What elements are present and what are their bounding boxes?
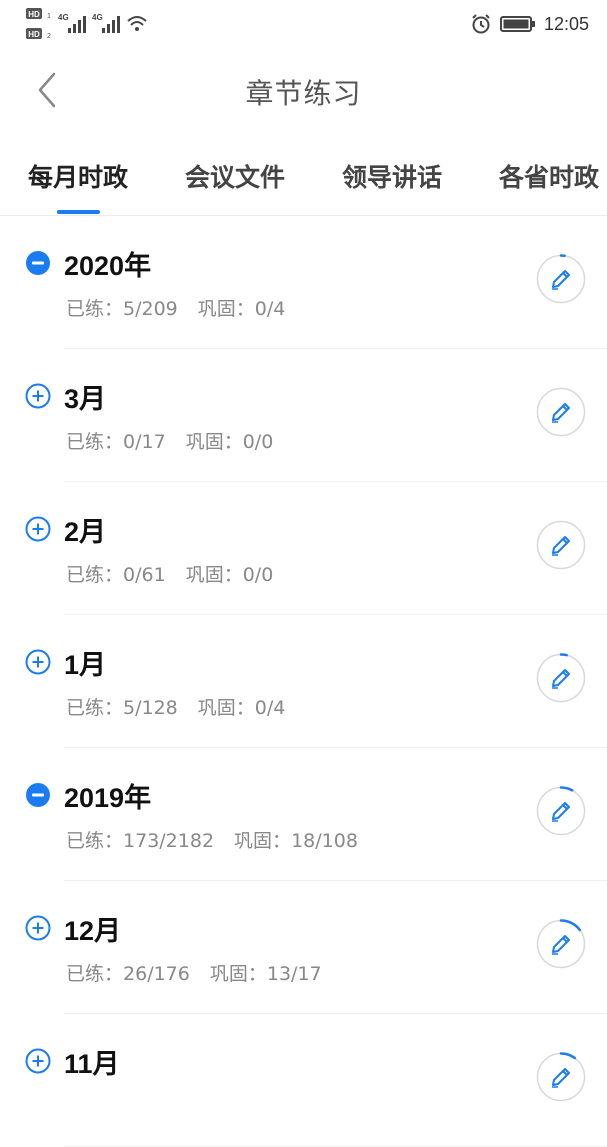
consolidated-label: 巩固： xyxy=(197,298,255,320)
chapter-list: 2020年 已练：5/209 巩固：0/4 3月 已练：0/17 巩固：0/0 2月… xyxy=(0,216,607,1147)
practiced-value: 5/209 xyxy=(123,298,178,320)
status-time: 12:05 xyxy=(543,13,589,34)
network-status-icons: HD 1 HD 2 4G 4G xyxy=(26,8,147,40)
chapter-stats: 已练：5/209 巩固：0/4 xyxy=(66,294,285,321)
collapse-icon[interactable] xyxy=(25,782,51,808)
practiced-value: 5/128 xyxy=(123,697,178,719)
practice-button[interactable] xyxy=(536,786,586,836)
category-tabs: 每月时政 会议文件 领导讲话 各省时政 xyxy=(0,132,607,216)
list-item[interactable]: 1月 已练：5/128 巩固：0/4 xyxy=(0,615,607,748)
svg-text:HD: HD xyxy=(28,30,40,39)
practice-button[interactable] xyxy=(536,387,586,437)
status-bar: HD 1 HD 2 4G 4G 12:05 xyxy=(0,0,607,48)
consolidated-value: 0/0 xyxy=(242,431,274,453)
tab-provincial-politics[interactable]: 各省时政 xyxy=(499,158,599,194)
chapter-title: 3月 xyxy=(64,384,107,414)
chapter-title: 2020年 xyxy=(64,251,152,281)
practiced-label: 已练： xyxy=(66,431,124,453)
list-item[interactable]: 12月 已练：26/176 巩固：13/17 xyxy=(0,881,607,1014)
practice-button[interactable] xyxy=(536,653,586,703)
expand-icon[interactable] xyxy=(25,915,51,941)
practiced-value: 0/17 xyxy=(123,431,166,453)
svg-text:4G: 4G xyxy=(92,13,103,22)
consolidated-label: 巩固： xyxy=(234,830,292,852)
practiced-value: 0/61 xyxy=(123,564,166,586)
list-item[interactable]: 11月 xyxy=(0,1014,607,1147)
consolidated-value: 13/17 xyxy=(266,963,322,985)
tab-monthly-politics[interactable]: 每月时政 xyxy=(28,158,128,194)
practiced-label: 已练： xyxy=(66,564,124,586)
chapter-title: 2月 xyxy=(64,517,107,547)
chapter-title: 1月 xyxy=(64,650,107,680)
practiced-value: 173/2182 xyxy=(123,830,215,852)
expand-icon[interactable] xyxy=(25,516,51,542)
expand-icon[interactable] xyxy=(25,1048,51,1074)
svg-text:HD: HD xyxy=(28,10,40,19)
svg-text:2: 2 xyxy=(47,33,51,40)
chapter-stats xyxy=(66,1092,86,1114)
practice-button[interactable] xyxy=(536,254,586,304)
battery-icon xyxy=(499,16,535,32)
chapter-title: 12月 xyxy=(64,916,122,946)
tab-meeting-documents[interactable]: 会议文件 xyxy=(185,158,285,194)
expand-icon[interactable] xyxy=(25,649,51,675)
practiced-label: 已练： xyxy=(66,830,124,852)
consolidated-value: 0/4 xyxy=(254,697,286,719)
consolidated-label: 巩固： xyxy=(197,697,255,719)
practiced-label: 已练： xyxy=(66,298,124,320)
svg-text:1: 1 xyxy=(47,13,51,20)
consolidated-label: 巩固： xyxy=(185,564,243,586)
practiced-value: 26/176 xyxy=(123,963,190,985)
chapter-stats: 已练：5/128 巩固：0/4 xyxy=(66,693,285,720)
chapter-title: 11月 xyxy=(64,1049,120,1079)
consolidated-value: 0/0 xyxy=(242,564,274,586)
chapter-title: 2019年 xyxy=(64,783,152,813)
chapter-stats: 已练：0/61 巩固：0/0 xyxy=(66,560,273,587)
collapse-icon[interactable] xyxy=(25,250,51,276)
list-item[interactable]: 3月 已练：0/17 巩固：0/0 xyxy=(0,349,607,482)
svg-text:4G: 4G xyxy=(58,13,69,22)
expand-icon[interactable] xyxy=(25,383,51,409)
consolidated-label: 巩固： xyxy=(185,431,243,453)
chapter-stats: 已练：26/176 巩固：13/17 xyxy=(66,959,322,986)
list-item[interactable]: 2月 已练：0/61 巩固：0/0 xyxy=(0,482,607,615)
consolidated-label: 巩固： xyxy=(209,963,267,985)
practiced-label: 已练： xyxy=(66,697,124,719)
list-item[interactable]: 2020年 已练：5/209 巩固：0/4 xyxy=(0,216,607,349)
active-tab-indicator xyxy=(57,210,100,214)
practice-button[interactable] xyxy=(536,1052,586,1102)
practiced-label: 已练： xyxy=(66,963,124,985)
chapter-stats: 已练：0/17 巩固：0/0 xyxy=(66,427,273,454)
app-header: 章节练习 xyxy=(0,48,607,133)
tab-leader-speeches[interactable]: 领导讲话 xyxy=(342,158,442,194)
practice-button[interactable] xyxy=(536,520,586,570)
practice-button[interactable] xyxy=(536,919,586,969)
list-item[interactable]: 2019年 已练：173/2182 巩固：18/108 xyxy=(0,748,607,881)
page-title: 章节练习 xyxy=(245,77,362,110)
alarm-icon xyxy=(472,14,490,34)
consolidated-value: 18/108 xyxy=(291,830,358,852)
chapter-stats: 已练：173/2182 巩固：18/108 xyxy=(66,826,358,853)
consolidated-value: 0/4 xyxy=(254,298,286,320)
